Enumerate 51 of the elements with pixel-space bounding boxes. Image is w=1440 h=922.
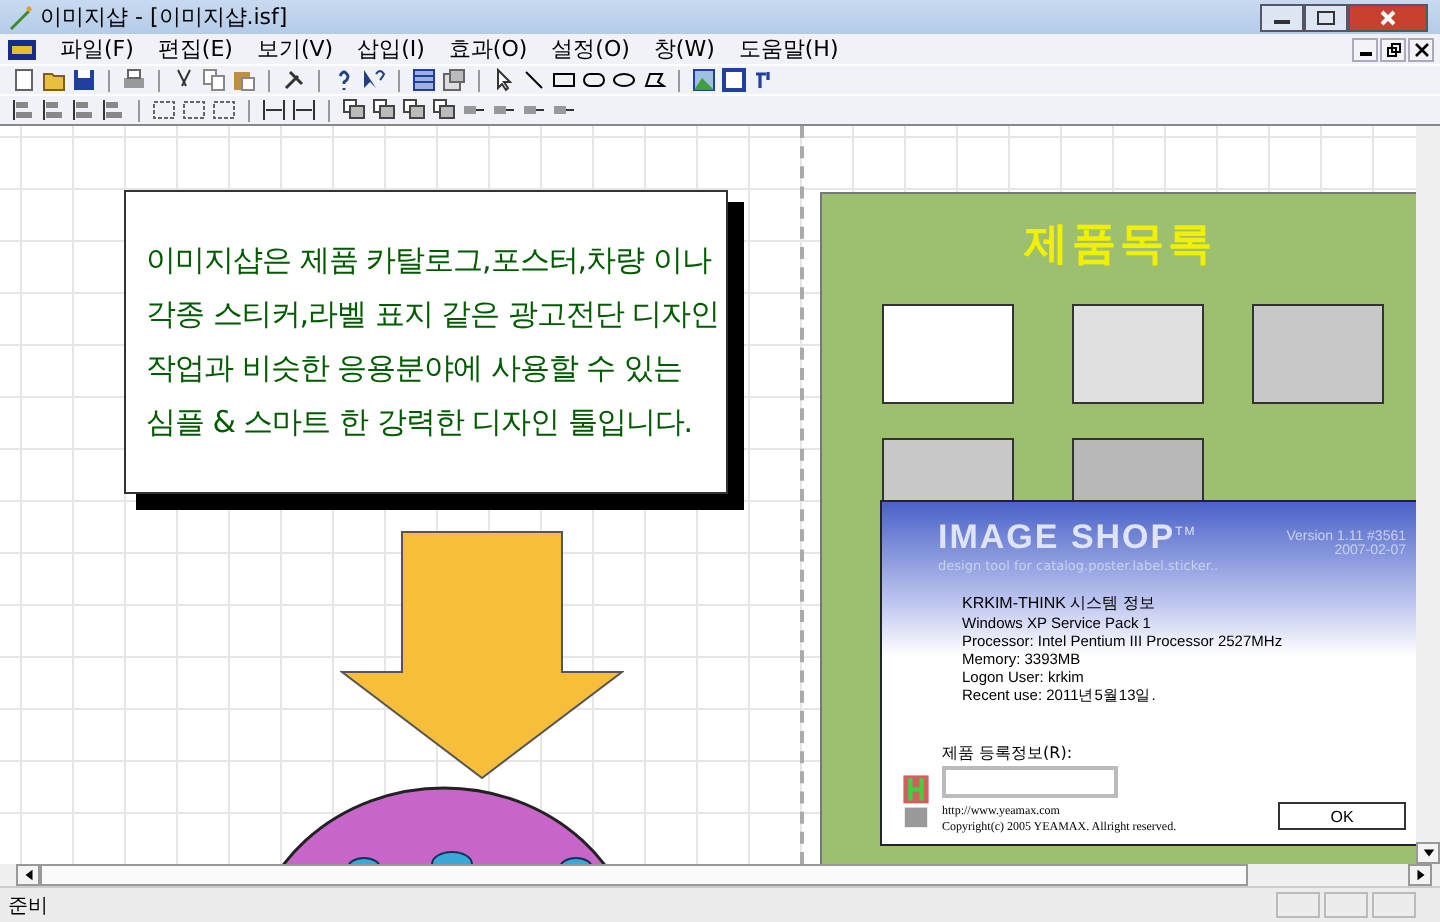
menu-item[interactable]: 도움말(H) — [738, 34, 839, 64]
text-line: 작업과 비슷한 응용분야에 사용할 수 있는 — [146, 348, 684, 390]
registration-label: 제품 등록정보(R): — [942, 742, 1075, 764]
save-icon[interactable] — [72, 68, 96, 92]
caret-left-icon — [21, 868, 35, 882]
minimize-button[interactable] — [1260, 3, 1304, 31]
cut-icon[interactable] — [172, 68, 196, 92]
panel-title: 제품목록 — [1021, 218, 1218, 274]
registration-field[interactable] — [942, 766, 1118, 798]
caret-down-icon — [1421, 846, 1435, 860]
status-text: 준비 — [8, 893, 48, 919]
product-logo: IMAGE SHOP$^{TM}$ — [938, 518, 1199, 558]
scroll-left-button[interactable] — [16, 864, 40, 886]
status-panel — [1372, 892, 1416, 918]
rect-icon[interactable] — [552, 68, 576, 92]
window-title: 이미지샵 - [이미지샵.isf] — [40, 2, 288, 32]
close-button[interactable] — [1408, 37, 1434, 61]
restore-icon — [1385, 41, 1401, 57]
close-button[interactable] — [1348, 3, 1428, 31]
scroll-thumb[interactable] — [40, 864, 1248, 886]
scroll-down-button[interactable] — [1416, 842, 1440, 864]
status-panel — [1324, 892, 1368, 918]
close-icon — [1378, 9, 1398, 25]
menu-item[interactable]: 효과(O) — [448, 34, 528, 64]
ok-button[interactable]: OK — [1278, 802, 1406, 830]
restore-button[interactable] — [1380, 37, 1406, 61]
maximize-icon — [1316, 9, 1336, 25]
menu-item[interactable]: 창(W) — [653, 34, 715, 64]
menu-item[interactable]: 편집(E) — [157, 34, 233, 64]
image-icon[interactable] — [692, 68, 716, 92]
pointer-icon[interactable] — [492, 68, 516, 92]
new-icon[interactable] — [12, 68, 36, 92]
text-line: 이미지샵은 제품 카탈로그,포스터,차량 이나 — [146, 240, 714, 282]
ellipse-icon[interactable] — [612, 68, 636, 92]
print-icon[interactable] — [122, 68, 146, 92]
menu-item[interactable]: 보기(V) — [256, 34, 334, 64]
app-icon — [8, 5, 32, 29]
maximize-button[interactable] — [1304, 3, 1348, 31]
scroll-right-button[interactable] — [1408, 864, 1432, 886]
info-heading: KRKIM-THINK 시스템 정보 — [962, 594, 1157, 612]
line-icon[interactable] — [522, 68, 546, 92]
menu-item[interactable]: 설정(O) — [551, 34, 630, 64]
minimize-icon — [1359, 52, 1371, 56]
text-line: 심플 & 스마트 한 강력한 디자인 툴입니다. — [146, 402, 695, 444]
caret-right-icon — [1413, 868, 1427, 882]
text-line: 각종 스티커,라벨 표지 같은 광고전단 디자인 — [146, 294, 722, 336]
status-panel — [1276, 892, 1320, 918]
menu-item[interactable]: 삽입(I) — [357, 34, 425, 64]
minimize-button[interactable] — [1352, 37, 1378, 61]
close-icon — [1413, 41, 1429, 57]
menu-item[interactable]: 파일(F) — [60, 34, 134, 64]
